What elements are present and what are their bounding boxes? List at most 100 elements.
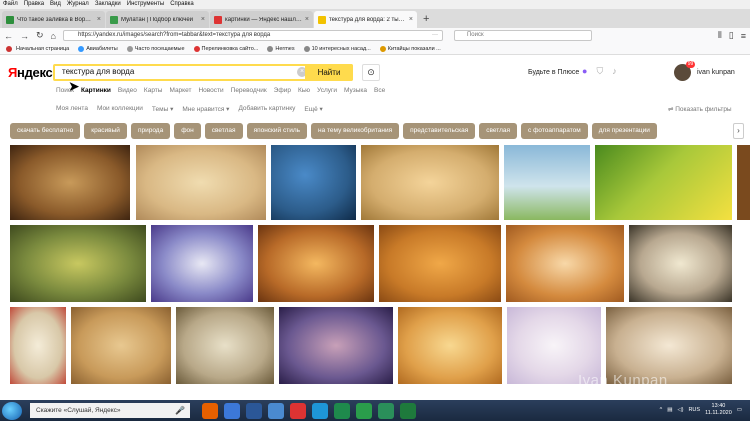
menu-item-tools[interactable]: Инструменты bbox=[127, 0, 164, 9]
app-icon[interactable] bbox=[334, 402, 350, 419]
image-thumbnail[interactable] bbox=[151, 225, 253, 302]
camera-search-icon[interactable]: ⊙ bbox=[362, 64, 380, 81]
hamburger-menu-icon[interactable]: ≡ bbox=[741, 31, 746, 41]
image-thumbnail[interactable] bbox=[629, 225, 732, 302]
browser-search-input[interactable]: Поиск bbox=[453, 30, 592, 41]
search-button[interactable]: Найти bbox=[305, 64, 353, 81]
search-input[interactable]: текстура для ворда bbox=[62, 67, 134, 76]
bookmark-item[interactable]: 10 интересных насад... bbox=[303, 45, 371, 52]
chip[interactable]: с фотоаппаратом bbox=[521, 123, 588, 139]
tab-ether[interactable]: Эфир bbox=[274, 87, 291, 94]
folder-icon[interactable] bbox=[268, 402, 284, 419]
home-icon[interactable]: ⌂ bbox=[51, 31, 56, 41]
camtasia-icon[interactable] bbox=[378, 402, 394, 419]
network-icon[interactable]: ▤ bbox=[667, 407, 672, 413]
tab-services[interactable]: Услуги bbox=[317, 87, 337, 94]
tab-images[interactable]: Картинки bbox=[81, 87, 111, 94]
subnav-liked[interactable]: Мне нравится ▾ bbox=[182, 105, 229, 113]
image-thumbnail[interactable] bbox=[10, 225, 146, 302]
image-thumbnail[interactable] bbox=[398, 307, 502, 384]
close-tab-icon[interactable]: × bbox=[97, 16, 101, 23]
bookmark-item[interactable]: Hermes bbox=[267, 45, 295, 52]
bell-icon[interactable]: ♪ bbox=[612, 66, 617, 77]
subnav-themes[interactable]: Темы ▾ bbox=[152, 105, 173, 113]
tray-chevron-icon[interactable]: ^ bbox=[660, 407, 663, 413]
show-filters-button[interactable]: ⇌ Показать фильтры bbox=[668, 105, 732, 113]
menu-item-history[interactable]: Журнал bbox=[67, 0, 89, 9]
image-thumbnail[interactable] bbox=[136, 145, 266, 220]
bookmark-item[interactable]: Авиабилеты bbox=[78, 45, 118, 52]
image-thumbnail[interactable] bbox=[279, 307, 393, 384]
notifications-icon[interactable]: ▭ bbox=[737, 407, 742, 413]
browser-tab[interactable]: картинки — Яндекс нашлос... × bbox=[210, 11, 313, 28]
firefox-icon[interactable] bbox=[202, 402, 218, 419]
url-bar[interactable]: https://yandex.ru/images/search?from=tab… bbox=[62, 30, 443, 41]
chip[interactable]: светлая bbox=[479, 123, 518, 139]
subnav-add-image[interactable]: Добавить картинку bbox=[238, 105, 295, 113]
chip[interactable]: для презентации bbox=[591, 123, 657, 139]
avatar[interactable]: 99 bbox=[674, 61, 695, 81]
volume-icon[interactable]: ◁) bbox=[677, 407, 683, 413]
tab-maps[interactable]: Карты bbox=[144, 87, 163, 94]
telegram-icon[interactable] bbox=[312, 402, 328, 419]
page-actions-icon[interactable]: ··· bbox=[432, 31, 438, 40]
chip[interactable]: светлая bbox=[204, 123, 243, 139]
tab-translator[interactable]: Переводчик bbox=[231, 87, 267, 94]
explorer-icon[interactable] bbox=[246, 402, 262, 419]
microphone-icon[interactable]: 🎤 bbox=[175, 406, 185, 415]
menu-item-help[interactable]: Справка bbox=[170, 0, 194, 9]
close-tab-icon[interactable]: × bbox=[201, 16, 205, 23]
image-thumbnail[interactable] bbox=[506, 225, 624, 302]
forward-icon[interactable]: → bbox=[20, 31, 29, 41]
tab-all[interactable]: Все bbox=[374, 87, 385, 94]
chip[interactable]: японский стиль bbox=[246, 123, 308, 139]
chip[interactable]: фон bbox=[174, 123, 201, 139]
image-thumbnail[interactable] bbox=[361, 145, 499, 220]
image-thumbnail[interactable] bbox=[271, 145, 356, 220]
camtasia-icon[interactable] bbox=[400, 402, 416, 419]
close-tab-icon[interactable]: × bbox=[305, 16, 309, 23]
menu-item-edit[interactable]: Правка bbox=[24, 0, 44, 9]
chip[interactable]: представительская bbox=[403, 123, 476, 139]
image-thumbnail[interactable] bbox=[176, 307, 274, 384]
image-thumbnail[interactable] bbox=[595, 145, 732, 220]
chip[interactable]: красивый bbox=[84, 123, 127, 139]
image-thumbnail[interactable] bbox=[504, 145, 590, 220]
chrome-icon[interactable] bbox=[290, 402, 306, 419]
language-indicator[interactable]: RUS bbox=[688, 407, 700, 413]
menu-item-bookmarks[interactable]: Закладки bbox=[95, 0, 121, 9]
app-icon[interactable] bbox=[356, 402, 372, 419]
plus-link[interactable]: Будьте в Плюсе bbox=[528, 69, 579, 76]
yandex-logo[interactable]: Яндекс bbox=[8, 65, 53, 80]
menu-item-file[interactable]: Файл bbox=[3, 0, 18, 9]
image-thumbnail[interactable] bbox=[379, 225, 501, 302]
tab-video[interactable]: Видео bbox=[118, 87, 137, 94]
image-thumbnail[interactable] bbox=[10, 145, 130, 220]
bookmark-item[interactable]: Китайцы показали ... bbox=[379, 45, 441, 52]
subnav-more[interactable]: Ещё ▾ bbox=[304, 105, 322, 113]
tab-q[interactable]: Кью bbox=[298, 87, 310, 94]
bookmark-item[interactable]: Начальная страница bbox=[6, 45, 69, 52]
image-thumbnail[interactable] bbox=[737, 145, 750, 220]
windows-start-icon[interactable] bbox=[2, 401, 22, 420]
tab-market[interactable]: Маркет bbox=[169, 87, 191, 94]
chip[interactable]: скачать бесплатно bbox=[10, 123, 81, 139]
clock[interactable]: 13:40 11.11.2020 bbox=[705, 403, 732, 417]
save-app-icon[interactable] bbox=[224, 402, 240, 419]
subnav-my-feed[interactable]: Моя лента bbox=[56, 105, 88, 113]
new-tab-button[interactable]: + bbox=[418, 11, 434, 28]
bookmark-item[interactable]: Часто посещаемые bbox=[126, 45, 185, 52]
menu-item-view[interactable]: Вид bbox=[50, 0, 61, 9]
bookmark-item[interactable]: Перелинковка сайто... bbox=[193, 45, 258, 52]
browser-tab[interactable]: Мулатан | Подбор ключей × bbox=[106, 11, 209, 28]
tab-news[interactable]: Новости bbox=[198, 87, 223, 94]
shield-icon[interactable]: ⛉ bbox=[596, 66, 603, 77]
chip[interactable]: на тему великобритания bbox=[311, 123, 400, 139]
chips-next-icon[interactable]: › bbox=[733, 123, 744, 139]
sidebar-icon[interactable]: ▯ bbox=[729, 30, 734, 41]
tab-music[interactable]: Музыка bbox=[344, 87, 367, 94]
browser-tab-active[interactable]: текстура для ворда: 2 тыс изо... × bbox=[314, 11, 417, 28]
browser-tab[interactable]: Что такое заливка в Ворде (И... × bbox=[2, 11, 105, 28]
reload-icon[interactable]: ↻ bbox=[36, 30, 44, 41]
subnav-my-collections[interactable]: Мои коллекции bbox=[97, 105, 143, 113]
